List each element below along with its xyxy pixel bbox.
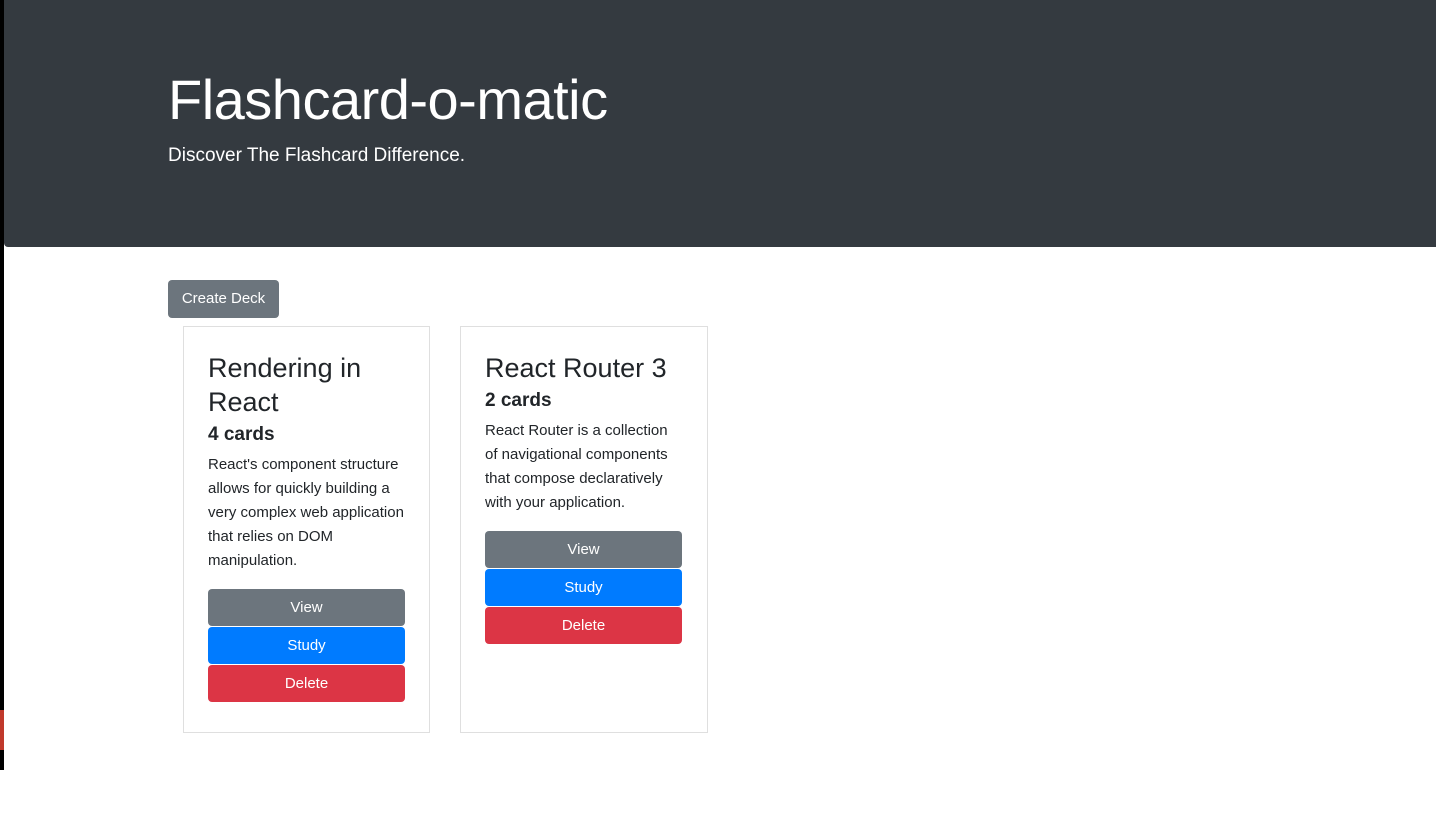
- deck-card: Rendering in React 4 cards React's compo…: [183, 326, 430, 733]
- deck-card: React Router 3 2 cards React Router is a…: [460, 326, 708, 733]
- study-button[interactable]: Study: [208, 627, 405, 664]
- deck-card-body: Rendering in React 4 cards React's compo…: [208, 351, 405, 703]
- deck-title: Rendering in React: [208, 353, 362, 417]
- header-banner: Flashcard-o-matic Discover The Flashcard…: [4, 0, 1436, 247]
- create-deck-button[interactable]: Create Deck: [168, 280, 279, 318]
- deck-actions: View Study Delete: [208, 589, 405, 702]
- deck-card-count: 2 cards: [485, 390, 552, 411]
- study-button[interactable]: Study: [485, 569, 682, 606]
- deck-card-body: React Router 3 2 cards React Router is a…: [485, 351, 683, 645]
- deck-title: React Router 3: [485, 353, 667, 383]
- deck-description: React Router is a collection of navigati…: [485, 422, 668, 511]
- app-title: Flashcard-o-matic: [168, 68, 608, 131]
- deck-card-count: 4 cards: [208, 424, 275, 445]
- view-button[interactable]: View: [485, 531, 682, 568]
- delete-button[interactable]: Delete: [485, 607, 682, 644]
- left-edge-marker: [0, 710, 4, 750]
- view-button[interactable]: View: [208, 589, 405, 626]
- delete-button[interactable]: Delete: [208, 665, 405, 702]
- deck-actions: View Study Delete: [485, 531, 683, 644]
- app-subtitle: Discover The Flashcard Difference.: [168, 145, 466, 166]
- deck-description: React's component structure allows for q…: [208, 456, 404, 569]
